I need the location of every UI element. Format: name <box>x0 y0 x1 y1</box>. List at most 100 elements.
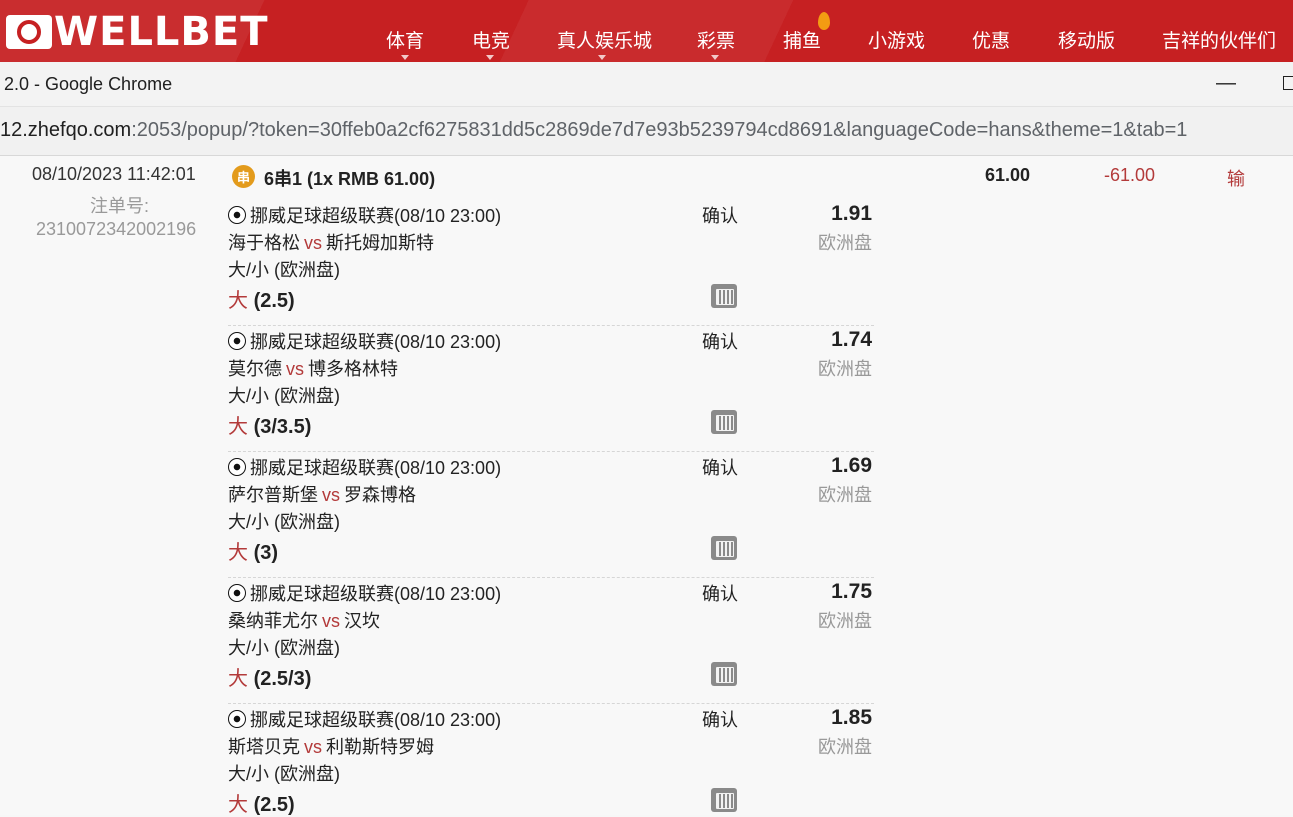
scoreboard-icon[interactable] <box>711 788 737 812</box>
league-row: 挪威足球超级联赛(08/10 23:00) <box>228 328 501 354</box>
chevron-down-icon <box>711 55 719 60</box>
nav-item-sports[interactable]: 体育 <box>386 26 424 53</box>
league-name: 挪威足球超级联赛(08/10 23:00) <box>250 584 502 604</box>
nav-item-mini-games[interactable]: 小游戏 <box>868 26 925 53</box>
soccer-ball-icon <box>228 710 246 728</box>
vs-label: vs <box>304 737 322 757</box>
bet-leg: 挪威足球超级联赛(08/10 23:00) 莫尔德 vs 博多格林特 大/小 (欧洲… <box>228 326 874 452</box>
selection-line: (2.5) <box>253 794 295 816</box>
logo-mark-icon <box>6 15 52 49</box>
away-team: 利勒斯特罗姆 <box>326 737 434 757</box>
bet-result: 输 <box>1227 169 1245 189</box>
away-team: 罗森博格 <box>344 485 416 505</box>
home-team: 斯塔贝克 <box>228 737 300 757</box>
wellbet-logo[interactable]: WELLBET <box>6 9 269 55</box>
nav-item-mobile[interactable]: 移动版 <box>1058 26 1115 53</box>
teams-row: 海于格松 vs 斯托姆加斯特 <box>228 229 434 255</box>
teams-row: 莫尔德 vs 博多格林特 <box>228 355 398 381</box>
selection-line: (3) <box>253 542 279 564</box>
away-team: 博多格林特 <box>308 359 398 379</box>
window-title: 2.0 - Google Chrome <box>4 74 173 94</box>
league-row: 挪威足球超级联赛(08/10 23:00) <box>228 202 501 228</box>
url-path: :2053/popup/?token=30ffeb0a2cf6275831dd5… <box>131 119 1188 141</box>
teams-row: 斯塔贝克 vs 利勒斯特罗姆 <box>228 733 434 759</box>
bet-detail: 08/10/2023 11:42:01 注单号: 231007234200219… <box>0 156 1293 817</box>
selection-line: (2.5/3) <box>253 668 312 690</box>
chevron-down-icon <box>486 55 494 60</box>
league-row: 挪威足球超级联赛(08/10 23:00) <box>228 454 501 480</box>
leg-odds: 1.75 <box>831 580 872 603</box>
leg-status: 确认 <box>702 332 738 352</box>
leg-odds: 1.69 <box>831 454 872 477</box>
nav-item-fishing[interactable]: 捕鱼 <box>783 26 821 53</box>
nav-item-partners[interactable]: 吉祥的伙伴们 <box>1162 26 1276 53</box>
leg-status: 确认 <box>702 458 738 478</box>
url-host: 12.zhefqo.com <box>0 119 132 141</box>
selection-side: 大 <box>228 290 248 312</box>
home-team: 莫尔德 <box>228 359 282 379</box>
nav-item-lottery[interactable]: 彩票 <box>697 26 735 53</box>
leg-status: 确认 <box>702 710 738 730</box>
scoreboard-icon[interactable] <box>711 284 737 308</box>
league-name: 挪威足球超级联赛(08/10 23:00) <box>250 710 502 730</box>
selection-side: 大 <box>228 542 248 564</box>
parlay-badge-icon: 串 <box>232 165 255 188</box>
teams-row: 桑纳菲尤尔 vs 汉坎 <box>228 607 380 633</box>
selection-line: (3/3.5) <box>253 416 312 438</box>
market-type: 大/小 (欧洲盘) <box>228 764 340 784</box>
selection-side: 大 <box>228 416 248 438</box>
teams-row: 萨尔普斯堡 vs 罗森博格 <box>228 481 416 507</box>
market-type: 大/小 (欧洲盘) <box>228 260 340 280</box>
leg-status: 确认 <box>702 584 738 604</box>
selection: 大 (2.5) <box>228 788 295 817</box>
league-row: 挪威足球超级联赛(08/10 23:00) <box>228 580 501 606</box>
odds-type: 欧洲盘 <box>818 233 872 253</box>
stake-amount: 61.00 <box>985 165 1031 185</box>
maximize-button[interactable] <box>1283 76 1293 90</box>
bet-leg: 挪威足球超级联赛(08/10 23:00) 桑纳菲尤尔 vs 汉坎 大/小 (欧洲盘… <box>228 578 874 704</box>
scoreboard-icon[interactable] <box>711 410 737 434</box>
logo-text: WELLBET <box>54 9 269 55</box>
flame-icon <box>818 12 830 30</box>
leg-odds: 1.91 <box>831 202 872 225</box>
parlay-title: 6串1 (1x RMB 61.00) <box>264 169 436 189</box>
vs-label: vs <box>322 611 340 631</box>
league-row: 挪威足球超级联赛(08/10 23:00) <box>228 706 501 732</box>
selection: 大 (2.5/3) <box>228 662 311 691</box>
home-team: 萨尔普斯堡 <box>228 485 318 505</box>
league-name: 挪威足球超级联赛(08/10 23:00) <box>250 458 502 478</box>
selection: 大 (3/3.5) <box>228 410 311 439</box>
selection-line: (2.5) <box>253 290 295 312</box>
leg-odds: 1.74 <box>831 328 872 351</box>
bet-leg: 挪威足球超级联赛(08/10 23:00) 萨尔普斯堡 vs 罗森博格 大/小 (欧… <box>228 452 874 578</box>
soccer-ball-icon <box>228 332 246 350</box>
scoreboard-icon[interactable] <box>711 536 737 560</box>
winloss-amount: -61.00 <box>1104 165 1156 185</box>
scoreboard-icon[interactable] <box>711 662 737 686</box>
away-team: 汉坎 <box>344 611 380 631</box>
chevron-down-icon <box>598 55 606 60</box>
ticket-label: 注单号: <box>90 196 150 216</box>
odds-type: 欧洲盘 <box>818 611 872 631</box>
odds-type: 欧洲盘 <box>818 737 872 757</box>
selection: 大 (2.5) <box>228 284 295 313</box>
selection: 大 (3) <box>228 536 278 565</box>
home-team: 海于格松 <box>228 233 300 253</box>
market-type: 大/小 (欧洲盘) <box>228 638 340 658</box>
vs-label: vs <box>286 359 304 379</box>
nav-item-promotions[interactable]: 优惠 <box>972 26 1010 53</box>
market-type: 大/小 (欧洲盘) <box>228 386 340 406</box>
minimize-button[interactable]: — <box>1216 72 1236 95</box>
soccer-ball-icon <box>228 206 246 224</box>
address-bar[interactable]: 12.zhefqo.com:2053/popup/?token=30ffeb0a… <box>0 107 1293 156</box>
market-type: 大/小 (欧洲盘) <box>228 512 340 532</box>
league-name: 挪威足球超级联赛(08/10 23:00) <box>250 206 502 226</box>
leg-odds: 1.85 <box>831 706 872 729</box>
vs-label: vs <box>304 233 322 253</box>
nav-item-esports[interactable]: 电竞 <box>472 26 510 53</box>
league-name: 挪威足球超级联赛(08/10 23:00) <box>250 332 502 352</box>
nav-item-live-casino[interactable]: 真人娱乐城 <box>557 26 652 53</box>
home-team: 桑纳菲尤尔 <box>228 611 318 631</box>
url-text[interactable]: 12.zhefqo.com:2053/popup/?token=30ffeb0a… <box>0 119 1187 142</box>
vs-label: vs <box>322 485 340 505</box>
